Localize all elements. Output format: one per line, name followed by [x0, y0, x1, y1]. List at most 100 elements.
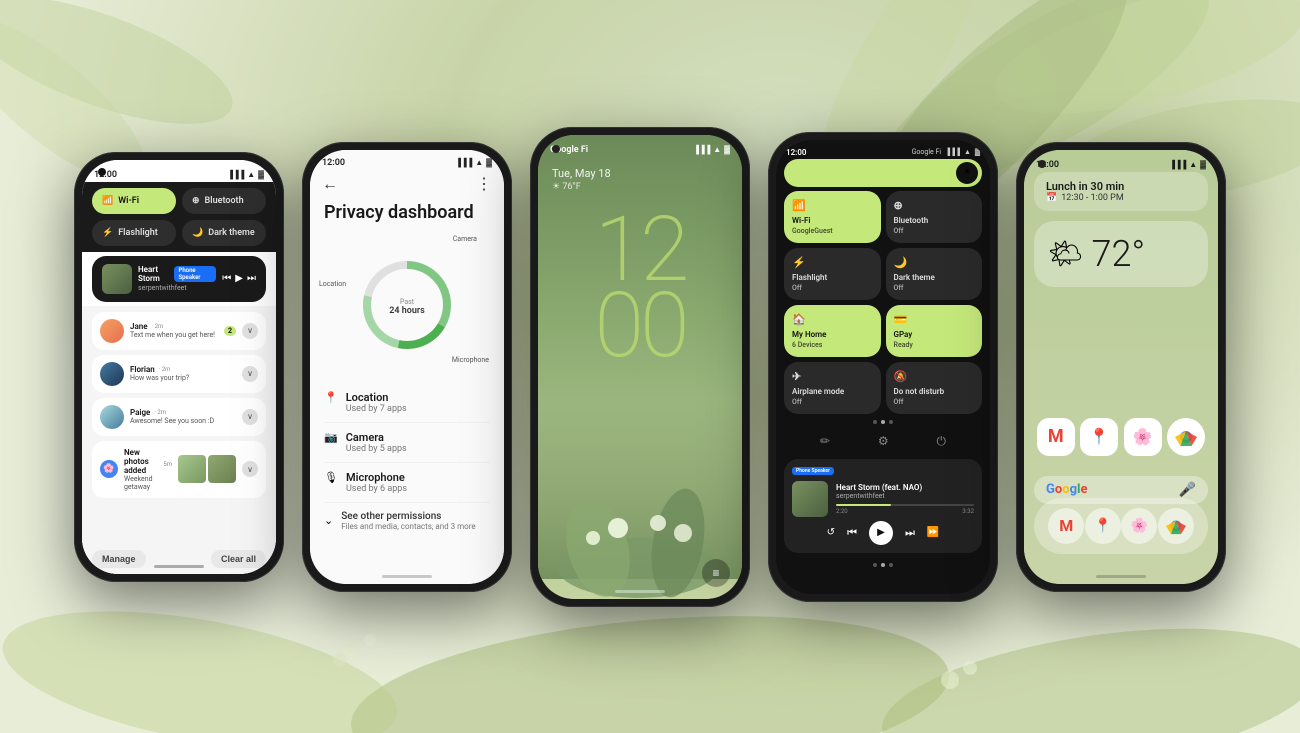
phone-1-notifications: Jane · 2m Text me when you get here! 2 ∨ [82, 306, 276, 544]
permission-camera[interactable]: 📷 Camera Used by 5 apps [324, 423, 490, 463]
phone-1-music-controls[interactable]: ⏮ ▶ ⏭ [222, 273, 256, 284]
event-title: Lunch in 30 min [1046, 180, 1196, 193]
phone-4-music-info: Heart Storm (feat. NAO) serpentwithfeet … [836, 483, 974, 515]
settings-icon[interactable]: ⚙ [878, 434, 889, 449]
p4-airplane-sub: Off [792, 398, 873, 406]
p4-gpay-icon: 💳 [894, 313, 975, 326]
notif-jane[interactable]: Jane · 2m Text me when you get here! 2 ∨ [92, 312, 266, 350]
privacy-dashboard-title: Privacy dashboard [324, 202, 490, 223]
notif-florian[interactable]: Florian · 2m How was your trip? ∨ [92, 355, 266, 393]
gmail-icon[interactable]: M [1037, 418, 1075, 456]
phone-2-home-indicator [382, 575, 432, 578]
mic-icon: 🎙 [324, 471, 338, 484]
p4-tile-bluetooth[interactable]: ⊕ Bluetooth Off [886, 191, 983, 243]
phone-5-weather-widget[interactable]: 🌤 72° [1034, 221, 1208, 287]
bottom-dot-3 [889, 563, 893, 567]
maps-icon[interactable]: 📍 [1080, 418, 1118, 456]
replay-icon[interactable]: ↺ [827, 527, 835, 538]
photo-thumbnails [178, 455, 236, 483]
phone-5-event-card[interactable]: Lunch in 30 min 📅 12:30 - 1:00 PM [1034, 172, 1208, 211]
tile-dark-theme[interactable]: 🌙 Dark theme [182, 220, 266, 246]
notif-jane-count: 2 [224, 326, 236, 336]
dock-gmail[interactable]: M [1048, 508, 1084, 544]
phone-4-progress-bar[interactable] [836, 504, 974, 506]
event-time: 📅 12:30 - 1:00 PM [1046, 193, 1196, 203]
p4-tile-airplane[interactable]: ✈ Airplane mode Off [784, 362, 881, 414]
next-icon[interactable]: ⏭ [247, 273, 256, 284]
signal-icon-p4: ▐▐▐ [945, 148, 960, 156]
p4-bt-icon: ⊕ [894, 199, 975, 212]
permission-microphone[interactable]: 🎙 Microphone Used by 6 apps [324, 463, 490, 503]
notif-paige-expand[interactable]: ∨ [242, 409, 258, 425]
photos-icon[interactable]: 🌸 [1124, 418, 1162, 456]
overflow-menu-button[interactable]: ⋮ [476, 174, 492, 193]
notif-florian-expand[interactable]: ∨ [242, 366, 258, 382]
mic-icon[interactable]: 🎤 [1179, 482, 1196, 498]
wifi-icon: 📶 [102, 196, 113, 206]
phone-1-screen: 12:00 ▐▐▐ ▲ ▓ 📶 Wi-Fi ⊕ Bluetoot [82, 160, 276, 574]
phone-4-music-player: Phone Speaker Heart Storm (feat. NAO) se… [784, 459, 982, 553]
edit-icon[interactable]: ✏ [820, 434, 830, 449]
phone-1-status-bar: 12:00 ▐▐▐ ▲ ▓ [82, 160, 276, 182]
p4-tile-dnd[interactable]: 🔕 Do not disturb Off [886, 362, 983, 414]
notif-photos-expand[interactable]: ∨ [242, 461, 258, 477]
phone-2-nav-bar: ← ⋮ [310, 170, 504, 198]
brightness-slider-row: ☀ [776, 159, 990, 191]
dock-photos[interactable]: 🌸 [1121, 508, 1157, 544]
phone-4-time: 12:00 [786, 148, 806, 157]
dock-maps[interactable]: 📍 [1085, 508, 1121, 544]
chart-center-label: Past [389, 298, 425, 306]
permission-location[interactable]: 📍 Location Used by 7 apps [324, 383, 490, 423]
p4-tile-gpay[interactable]: 💳 GPay Ready [886, 305, 983, 357]
tile-bluetooth[interactable]: ⊕ Bluetooth [182, 188, 266, 214]
avatar-florian [100, 362, 124, 386]
nav-dot-1 [873, 420, 877, 424]
p4-dnd-icon: 🔕 [894, 370, 975, 383]
phone-5-home-indicator [1096, 575, 1146, 578]
phone-1-footer: Manage Clear all [82, 544, 276, 574]
power-icon[interactable]: ⏻ [937, 434, 947, 449]
notif-jane-expand[interactable]: ∨ [242, 323, 258, 339]
see-other-permissions[interactable]: ⌄ See other permissions Files and media,… [324, 503, 490, 539]
clear-all-button[interactable]: Clear all [211, 550, 266, 568]
phone-3-clock-container: 12 00 [538, 192, 742, 375]
phone-5-camera [1038, 160, 1046, 168]
next-btn[interactable]: ⏭ [905, 526, 915, 540]
chart-microphone-label: Microphone [452, 356, 489, 364]
back-button[interactable]: ← [322, 174, 338, 194]
forward-icon[interactable]: ⏩ [927, 527, 939, 538]
brightness-slider[interactable]: ☀ [784, 159, 982, 187]
phone-4-album-art [792, 481, 828, 517]
phone-4-bottom-actions: ✏ ⚙ ⏻ [776, 430, 990, 453]
phones-container: 12:00 ▐▐▐ ▲ ▓ 📶 Wi-Fi ⊕ Bluetoot [0, 0, 1300, 733]
notif-photos-text: New photos added · 5m Weekend getaway [124, 448, 172, 491]
notif-paige-text: Paige · 2m Awesome! See you soon :D [130, 408, 236, 425]
tile-wifi[interactable]: 📶 Wi-Fi [92, 188, 176, 214]
phone-4-music-times: 2:20 3:32 [836, 508, 974, 515]
dock-chrome[interactable] [1158, 508, 1194, 544]
manage-button[interactable]: Manage [92, 550, 146, 568]
chrome-icon[interactable] [1167, 418, 1205, 456]
permission-mic-name: Microphone [346, 471, 407, 484]
notif-photos[interactable]: 🌸 New photos added · 5m Weekend getaway [92, 441, 266, 498]
p4-tile-home[interactable]: 🏠 My Home 6 Devices [784, 305, 881, 357]
phone-4-screen: 12:00 Google Fi ▐▐▐ ▲ ▓ ☀ [776, 140, 990, 594]
p4-tile-dark-theme[interactable]: 🌙 Dark theme Off [886, 248, 983, 300]
tile-flashlight[interactable]: ⚡ Flashlight [92, 220, 176, 246]
p4-tile-flashlight[interactable]: ⚡ Flashlight Off [784, 248, 881, 300]
p4-airplane-name: Airplane mode [792, 387, 873, 396]
phone-3-nav-button[interactable]: ≡ [702, 559, 730, 587]
p4-tile-wifi[interactable]: 📶 Wi-Fi GoogleGuest [784, 191, 881, 243]
phone-4-time-area: 12:00 [786, 148, 806, 157]
see-other-label: See other permissions [341, 511, 475, 522]
notif-paige[interactable]: Paige · 2m Awesome! See you soon :D ∨ [92, 398, 266, 436]
notif-jane-time: · 2m [152, 323, 164, 330]
prev-icon[interactable]: ⏮ [222, 273, 231, 284]
temperature: 72° [1092, 233, 1146, 275]
phone-3-camera [552, 145, 560, 153]
prev-btn[interactable]: ⏮ [847, 526, 857, 540]
photo-thumb-2 [208, 455, 236, 483]
play-icon[interactable]: ▶ [235, 273, 243, 284]
play-pause-button[interactable]: ▶ [869, 521, 893, 545]
battery-icon-p2: ▓ [486, 158, 492, 167]
